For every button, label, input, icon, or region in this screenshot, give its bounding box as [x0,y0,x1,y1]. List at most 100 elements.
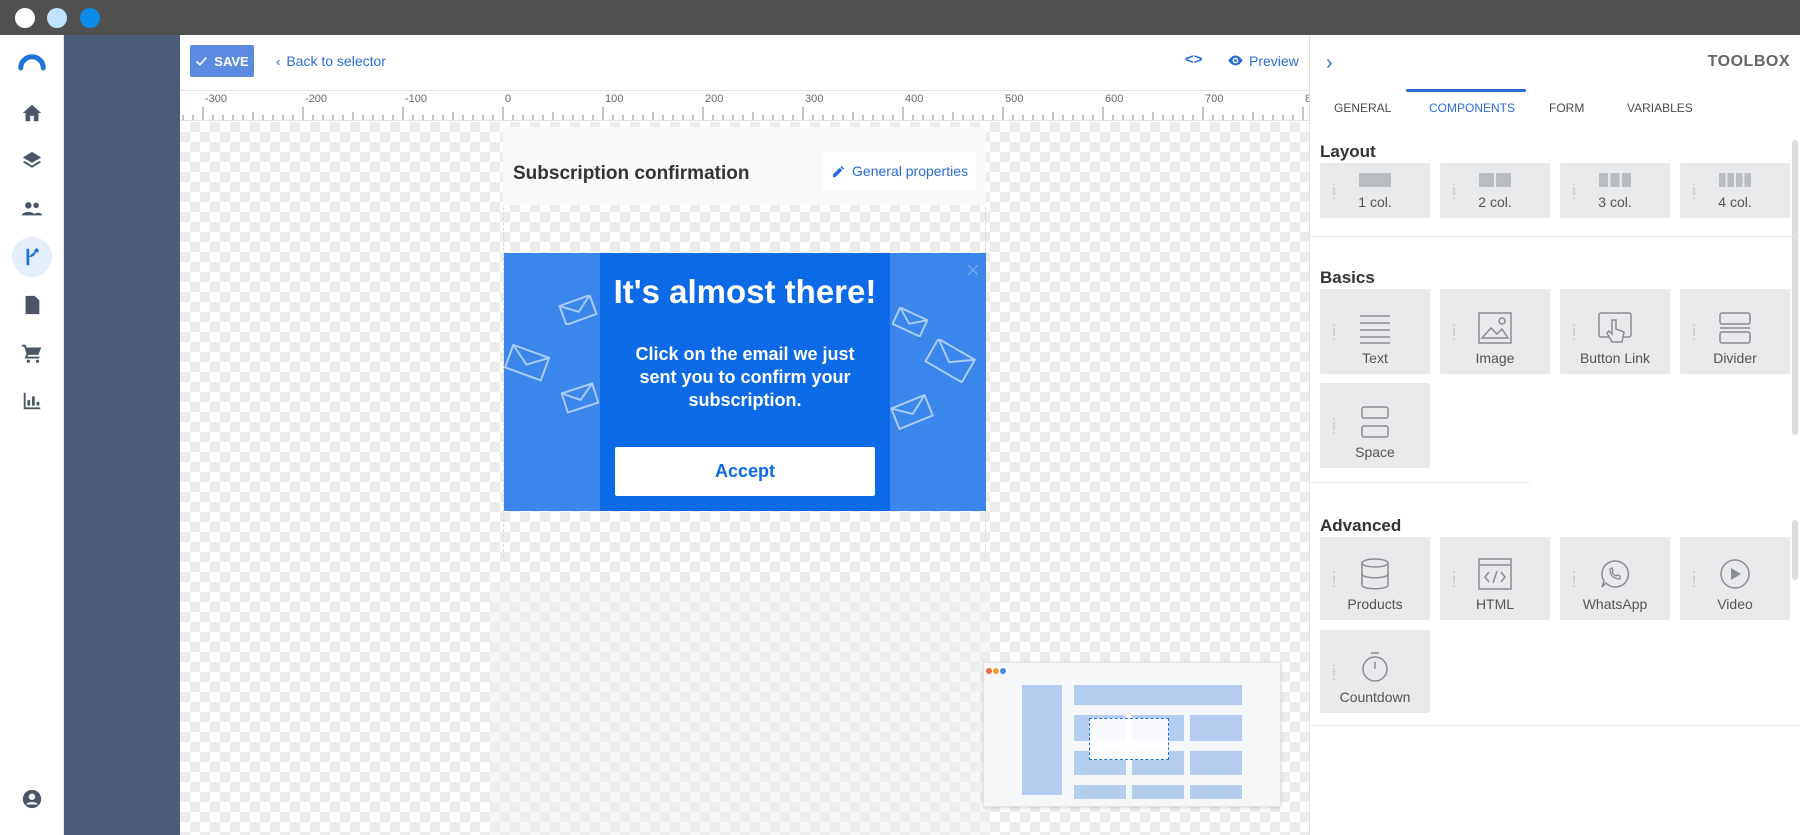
tab-general[interactable]: GENERAL [1334,101,1391,115]
drag-handle-icon: ⋮ ⋮ [1448,180,1460,201]
drag-handle-icon: ⋮ ⋮ [1688,321,1700,342]
ruler-label: 200 [705,93,724,105]
four-columns-icon [1718,172,1752,188]
tile-text[interactable]: ⋮ ⋮ Text [1320,289,1430,374]
brand-logo[interactable] [12,43,52,83]
close-icon[interactable]: × [966,257,980,285]
minimap-viewport[interactable] [1089,718,1169,760]
toolbox-panel: › TOOLBOX GENERAL COMPONENTS FORM VARIAB… [1309,35,1800,835]
code-view-button[interactable]: <> [1185,51,1203,68]
minimap-block [1022,685,1062,795]
tile-video[interactable]: ⋮ ⋮ Video [1680,537,1790,620]
minimap-block [1132,785,1184,799]
toolbox-scrollbar-thumb[interactable] [1792,520,1798,580]
minimap-block [1074,785,1126,799]
popup-block[interactable]: It's almost there! Click on the email we… [504,253,986,511]
text-lines-icon [1358,312,1392,344]
tile-label: Image [1475,350,1515,366]
horizontal-ruler: -300-200-1000100200300400500600700800 [180,91,1309,121]
toolbox-content: Layout ⋮ ⋮ 1 col. ⋮ ⋮ 2 col. ⋮ ⋮ 3 col. ⋮ ⋮ … [1310,130,1800,835]
save-button[interactable]: SAVE [190,45,254,77]
play-circle-icon [1718,558,1752,590]
accept-button[interactable]: Accept [615,447,875,496]
three-columns-icon [1598,172,1632,188]
image-icon [1478,312,1512,344]
tile-2-col[interactable]: ⋮ ⋮ 2 col. [1440,163,1550,218]
preview-button[interactable]: Preview [1227,52,1299,69]
tile-label: Space [1355,444,1395,460]
collapse-chevron-icon[interactable]: › [1326,52,1333,75]
tile-image[interactable]: ⋮ ⋮ Image [1440,289,1550,374]
tile-countdown[interactable]: ⋮ ⋮ Countdown [1320,630,1430,713]
general-properties-label: General properties [852,163,968,179]
eye-icon [1228,55,1243,66]
layers-icon[interactable] [12,141,52,181]
check-icon [196,56,208,66]
tile-space[interactable]: ⋮ ⋮ Space [1320,383,1430,468]
users-icon[interactable] [12,189,52,229]
envelope-icon [504,343,551,382]
chart-icon[interactable] [12,381,52,421]
ruler-label: 700 [1205,93,1224,105]
tile-label: Countdown [1339,689,1411,705]
home-icon[interactable] [12,93,52,133]
envelope-icon [924,339,977,383]
editor-canvas[interactable]: Subscription confirmation General proper… [180,122,1309,835]
tile-label: 2 col. [1478,194,1512,210]
tile-4-col[interactable]: ⋮ ⋮ 4 col. [1680,163,1790,218]
envelope-icon [890,393,934,431]
ruler-label: 0 [505,93,512,105]
ruler-ticks [182,107,1304,120]
drag-handle-icon: ⋮ ⋮ [1688,568,1700,589]
whatsapp-icon [1598,558,1632,590]
tile-button-link[interactable]: ⋮ ⋮ Button Link [1560,289,1670,374]
back-label: Back to selector [286,53,386,69]
minimap-block [1190,785,1242,799]
account-icon[interactable] [12,779,52,819]
drag-handle-icon: ⋮ ⋮ [1328,321,1340,342]
envelope-icon [892,307,928,337]
drag-handle-icon: ⋮ ⋮ [1328,180,1340,201]
tab-form[interactable]: FORM [1549,101,1584,115]
minimap-dot-orange [993,668,999,674]
envelope-icon [560,382,600,414]
drag-handle-icon: ⋮ ⋮ [1328,415,1340,436]
tile-html[interactable]: ⋮ ⋮ HTML [1440,537,1550,620]
tile-3-col[interactable]: ⋮ ⋮ 3 col. [1560,163,1670,218]
tile-label: HTML [1475,596,1515,612]
two-columns-icon [1478,172,1512,188]
tile-label: Video [1717,596,1753,612]
tile-1-col[interactable]: ⋮ ⋮ 1 col. [1320,163,1430,218]
tab-components[interactable]: COMPONENTS [1429,101,1515,115]
tab-variables[interactable]: VARIABLES [1627,101,1693,115]
window-minimize-dot[interactable] [47,8,67,28]
space-icon [1358,406,1392,438]
flow-icon[interactable] [12,237,52,277]
minimap-dot-blue [1000,668,1006,674]
toolbox-scrollbar[interactable] [1792,140,1798,435]
back-to-selector-link[interactable]: ‹ Back to selector [276,53,386,69]
divider-icon [1718,312,1752,344]
ruler-label: 600 [1105,93,1124,105]
window-close-dot[interactable] [15,8,35,28]
left-nav-rail [0,35,64,835]
general-properties-button[interactable]: General properties [823,152,976,190]
popup-content: It's almost there! Click on the email we… [600,253,890,511]
window-maximize-dot[interactable] [80,8,100,28]
tile-whatsapp[interactable]: ⋮ ⋮ WhatsApp [1560,537,1670,620]
database-icon [1358,558,1392,590]
toolbox-tabs: GENERAL COMPONENTS FORM VARIABLES [1310,89,1800,124]
ruler-label: -200 [305,93,328,105]
drag-handle-icon: ⋮ ⋮ [1568,321,1580,342]
section-title-layout: Layout [1320,142,1376,161]
ruler-label: 400 [905,93,924,105]
minimap-block [1190,715,1242,741]
tile-products[interactable]: ⋮ ⋮ Products [1320,537,1430,620]
page-header: Subscription confirmation General proper… [503,127,986,205]
cart-icon[interactable] [12,333,52,373]
window-titlebar [0,0,1800,35]
code-icon [1478,558,1512,590]
tile-divider[interactable]: ⋮ ⋮ Divider [1680,289,1790,374]
canvas-minimap[interactable] [983,662,1281,807]
document-icon[interactable] [12,285,52,325]
